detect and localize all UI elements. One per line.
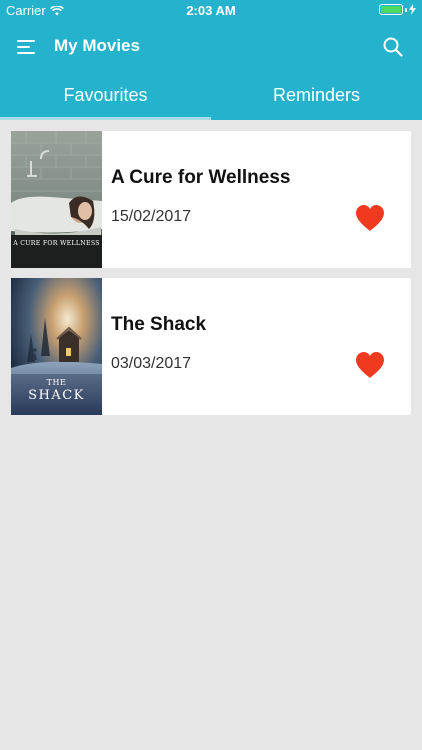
tab-bar: Favourites Reminders	[0, 72, 422, 120]
poster-caption: A CURE FOR WELLNESS	[13, 240, 100, 247]
app-title: My Movies	[54, 36, 140, 55]
poster-caption-line-1: THE	[46, 378, 67, 387]
heart-icon[interactable]	[355, 204, 385, 232]
release-date: 15/02/2017	[111, 208, 192, 225]
search-icon[interactable]	[382, 36, 404, 58]
movie-title: A Cure for Wellness	[111, 167, 291, 188]
menu-icon[interactable]	[17, 39, 37, 55]
movie-card-cure-for-wellness[interactable]: A CURE FOR WELLNESS A Cure for Wellness …	[11, 131, 411, 268]
release-date: 03/03/2017	[111, 355, 192, 372]
clock: 2:03 AM	[186, 3, 236, 18]
charging-bolt-icon	[409, 4, 416, 15]
movie-card-the-shack[interactable]: THE SHACK The Shack 03/03/2017	[11, 278, 411, 415]
movie-poster: A CURE FOR WELLNESS	[11, 131, 102, 268]
movie-title: The Shack	[111, 314, 207, 335]
poster-caption-line-2: SHACK	[28, 388, 85, 403]
app-bar: My Movies	[0, 22, 422, 72]
movie-poster: THE SHACK	[11, 278, 102, 415]
status-bar: Carrier 2:03 AM	[0, 0, 422, 22]
heart-icon[interactable]	[355, 351, 385, 379]
battery-indicator	[379, 4, 416, 15]
movie-list: A CURE FOR WELLNESS A Cure for Wellness …	[11, 131, 411, 425]
tab-reminders[interactable]: Reminders	[211, 72, 422, 120]
tab-favourites[interactable]: Favourites	[0, 72, 211, 120]
battery-icon	[379, 4, 403, 15]
